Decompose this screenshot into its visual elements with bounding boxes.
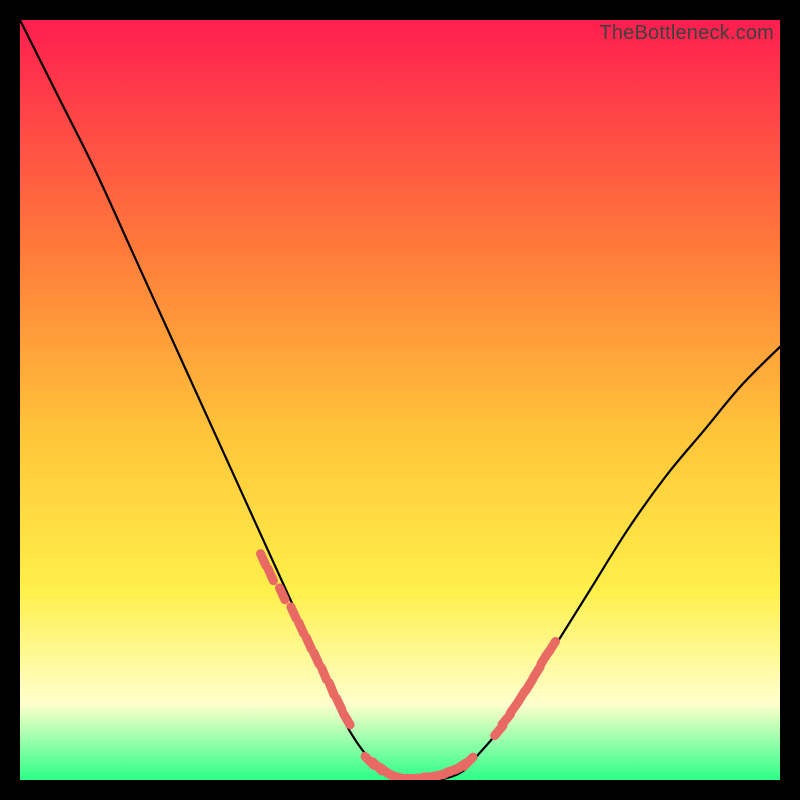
gradient-background (20, 20, 780, 780)
marker-dash (533, 667, 540, 678)
marker-dash (261, 554, 266, 566)
marker-dash (336, 698, 342, 710)
marker-dash (291, 607, 296, 619)
marker-dash (306, 637, 311, 649)
marker-dash (314, 652, 319, 664)
marker-dash (329, 683, 334, 695)
marker-dash (280, 588, 285, 600)
watermark-text: TheBottleneck.com (599, 22, 774, 45)
marker-dash (343, 714, 350, 725)
marker-dash (321, 668, 326, 680)
marker-dash (299, 622, 304, 634)
chart-frame: TheBottleneck.com (20, 20, 780, 780)
chart-svg (20, 20, 780, 780)
marker-dash (268, 569, 273, 581)
marker-dash (549, 641, 556, 652)
